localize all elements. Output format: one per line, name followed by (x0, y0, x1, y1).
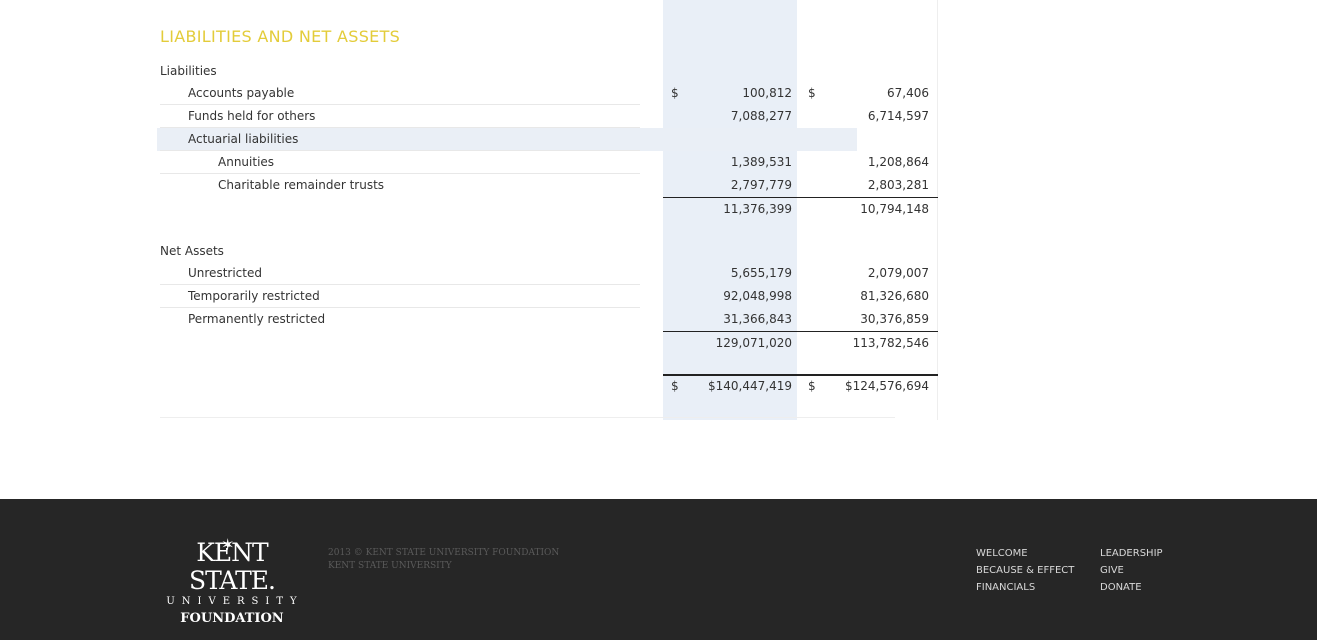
table-row: Temporarily restricted 92,048,998 81,326… (0, 285, 1317, 308)
liabilities-heading-row: Liabilities (0, 60, 1317, 83)
value-prior-year: 2,803,281 (867, 178, 929, 192)
copyright-line: 2013 © KENT STATE UNIVERSITY FOUNDATION (328, 548, 560, 558)
section-title: LIABILITIES AND NET ASSETS (160, 27, 401, 46)
footer-nav-column-2: LEADERSHIP GIVE DONATE (1100, 545, 1163, 596)
liabilities-heading: Liabilities (160, 64, 217, 78)
logo-wordmark: ✶ KENT STATE. (159, 535, 305, 595)
net-assets-heading-row: Net Assets (0, 240, 1317, 263)
net-assets-total-current: 129,071,020 (715, 336, 792, 350)
row-label: Permanently restricted (188, 312, 326, 326)
value-prior-year: 6,714,597 (867, 109, 929, 123)
value-current-year: 92,048,998 (723, 289, 792, 303)
table-row: Annuities 1,389,531 1,208,864 (0, 151, 1317, 174)
table-row: Accounts payable $ 100,812 $ 67,406 (0, 82, 1317, 105)
liabilities-total-row: 11,376,399 10,794,148 (0, 198, 1317, 221)
row-label: Actuarial liabilities (188, 132, 299, 146)
footer-link-donate[interactable]: DONATE (1100, 579, 1163, 596)
footer-link-financials[interactable]: FINANCIALS (976, 579, 1074, 596)
footer-link-leadership[interactable]: LEADERSHIP (1100, 545, 1163, 562)
star-icon: ✶ (221, 535, 234, 554)
row-label: Funds held for others (188, 109, 316, 123)
currency-symbol: $ (808, 86, 816, 100)
net-assets-heading: Net Assets (160, 244, 224, 258)
value-prior-year: 2,079,007 (867, 266, 929, 280)
copyright: 2013 © KENT STATE UNIVERSITY FOUNDATION … (328, 547, 559, 573)
footer-link-because-effect[interactable]: BECAUSE & EFFECT (976, 562, 1074, 579)
row-label: Accounts payable (188, 86, 295, 100)
copyright-line: KENT STATE UNIVERSITY (328, 561, 452, 571)
table-row: Charitable remainder trusts 2,797,779 2,… (0, 174, 1317, 197)
currency-symbol: $ (671, 379, 679, 393)
value-prior-year: 81,326,680 (860, 289, 929, 303)
value-current-year: 5,655,179 (730, 266, 792, 280)
value-current-year: 2,797,779 (730, 178, 792, 192)
table-row: Actuarial liabilities (0, 128, 1317, 151)
table-end-divider (160, 417, 895, 418)
logo-university: UNIVERSITY (166, 596, 304, 607)
footer-link-give[interactable]: GIVE (1100, 562, 1163, 579)
row-label: Charitable remainder trusts (218, 178, 385, 192)
table-row: Funds held for others 7,088,277 6,714,59… (0, 105, 1317, 128)
footer-link-welcome[interactable]: WELCOME (976, 545, 1074, 562)
grand-total-prior: $124,576,694 (845, 379, 929, 393)
table-row: Permanently restricted 31,366,843 30,376… (0, 308, 1317, 331)
value-current-year: 31,366,843 (723, 312, 792, 326)
row-label: Annuities (218, 155, 275, 169)
currency-symbol: $ (808, 379, 816, 393)
currency-symbol: $ (671, 86, 679, 100)
grand-total-row: $ $140,447,419 $ $124,576,694 (0, 375, 1317, 398)
liabilities-total-current: 11,376,399 (723, 202, 792, 216)
value-prior-year: 1,208,864 (867, 155, 929, 169)
value-prior-year: 30,376,859 (860, 312, 929, 326)
value-current-year: 7,088,277 (730, 109, 792, 123)
row-label: Temporarily restricted (188, 289, 320, 303)
value-current-year: 1,389,531 (730, 155, 792, 169)
footer-nav-column-1: WELCOME BECAUSE & EFFECT FINANCIALS (976, 545, 1074, 596)
kent-state-foundation-logo[interactable]: ✶ KENT STATE. UNIVERSITY FOUNDATION (159, 535, 305, 628)
site-footer: ✶ KENT STATE. UNIVERSITY FOUNDATION 2013… (0, 499, 1317, 640)
net-assets-total-prior: 113,782,546 (852, 336, 929, 350)
value-current-year: 100,812 (742, 86, 792, 100)
grand-total-current: $140,447,419 (708, 379, 792, 393)
row-label: Unrestricted (188, 266, 262, 280)
net-assets-total-row: 129,071,020 113,782,546 (0, 332, 1317, 355)
table-row: Unrestricted 5,655,179 2,079,007 (0, 262, 1317, 285)
logo-foundation: FOUNDATION (180, 611, 284, 626)
value-prior-year: 67,406 (887, 86, 929, 100)
liabilities-total-prior: 10,794,148 (860, 202, 929, 216)
